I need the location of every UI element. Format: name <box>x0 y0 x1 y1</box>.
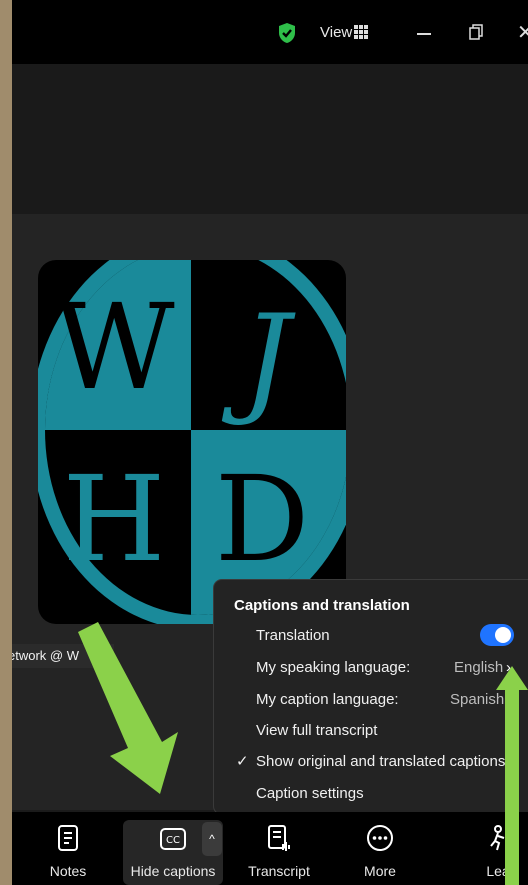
green-arrow-down-icon <box>78 622 178 794</box>
minimize-icon[interactable] <box>417 33 431 35</box>
more-icon <box>367 825 393 851</box>
transcript-label: Transcript <box>248 863 310 879</box>
title-bar: View ✕ <box>12 0 528 64</box>
notes-label: Notes <box>49 863 87 879</box>
shield-check-icon[interactable] <box>277 22 297 44</box>
transcript-icon <box>268 825 290 851</box>
checkmark-icon: ✓ <box>236 753 249 770</box>
svg-text:W: W <box>53 278 174 416</box>
notes-icon <box>58 825 78 851</box>
captions-options-caret[interactable]: ^ <box>202 822 222 856</box>
wihd-logo: W J H D <box>38 260 346 624</box>
caption-language-label[interactable]: My caption language: <box>256 691 399 708</box>
meeting-toolbar: Notes CC Hide captions ^ Transcript More <box>12 812 528 885</box>
menu-title: Captions and translation <box>234 597 410 614</box>
svg-text:H: H <box>63 450 166 588</box>
close-icon[interactable]: ✕ <box>517 20 528 45</box>
more-label: More <box>364 863 396 879</box>
green-arrow-up-icon <box>496 666 528 885</box>
closed-captions-icon: CC <box>160 828 186 850</box>
show-original-translated-item[interactable]: Show original and translated captions <box>256 753 505 770</box>
svg-text:CC: CC <box>166 835 180 846</box>
hide-captions-label: Hide captions <box>130 863 216 879</box>
notes-button[interactable]: Notes <box>36 812 100 885</box>
caption-settings-item[interactable]: Caption settings <box>256 785 364 802</box>
translation-toggle[interactable] <box>480 624 514 646</box>
grid-icon[interactable] <box>354 25 368 39</box>
view-button[interactable]: View <box>320 24 352 41</box>
translation-label: Translation <box>256 627 330 644</box>
restore-icon[interactable] <box>469 24 483 40</box>
top-area <box>12 64 528 214</box>
speaking-language-label[interactable]: My speaking language: <box>256 659 410 676</box>
view-full-transcript-item[interactable]: View full transcript <box>256 722 377 739</box>
svg-text:D: D <box>215 450 310 588</box>
transcript-button[interactable]: Transcript <box>244 812 314 885</box>
captions-translation-menu: Captions and translation Translation My … <box>214 580 528 814</box>
more-button[interactable]: More <box>350 812 410 885</box>
participant-name: etwork @ W <box>12 648 79 663</box>
